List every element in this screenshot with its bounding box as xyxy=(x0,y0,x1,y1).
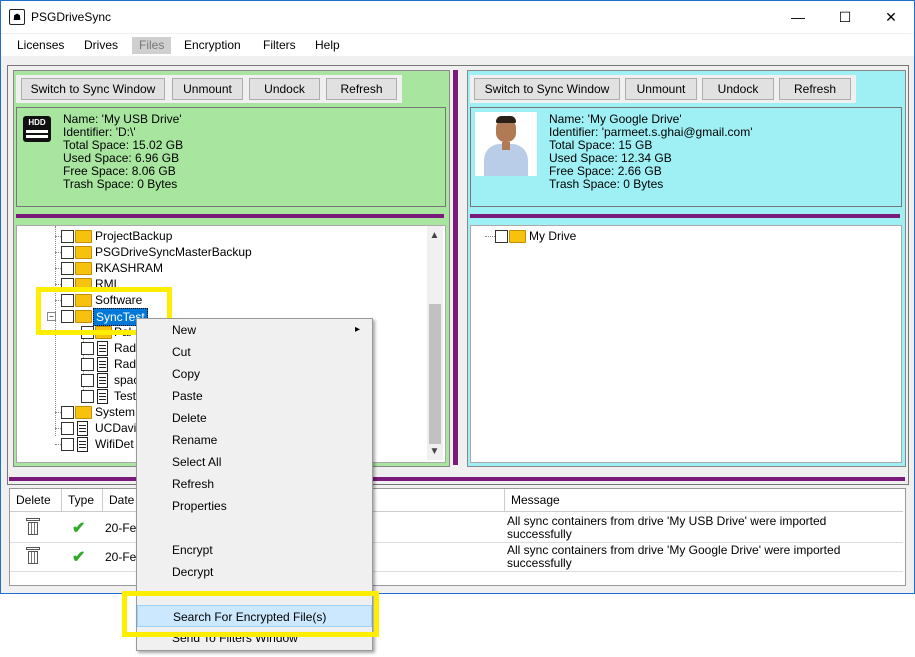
right-drive-info: Name: 'My Google Drive' Identifier: 'par… xyxy=(470,107,902,207)
tree-checkbox[interactable] xyxy=(495,230,508,243)
scroll-up-icon[interactable]: ▲ xyxy=(427,228,442,243)
folder-icon xyxy=(75,406,92,419)
ctx-delete[interactable]: Delete xyxy=(137,407,372,429)
folder-icon xyxy=(509,230,526,243)
right-divider xyxy=(470,214,900,218)
window-title: PSGDriveSync xyxy=(31,10,112,24)
tree-checkbox[interactable] xyxy=(81,390,94,403)
tree-checkbox[interactable] xyxy=(61,438,74,451)
log-header-delete[interactable]: Delete xyxy=(10,489,62,511)
tree-checkbox[interactable] xyxy=(61,230,74,243)
right-switch-sync-button[interactable]: Switch to Sync Window xyxy=(474,78,620,100)
menu-drives[interactable]: Drives xyxy=(77,37,125,54)
submenu-arrow-icon: ▸ xyxy=(355,324,361,335)
check-icon: ✔ xyxy=(72,520,86,537)
tree-checkbox[interactable] xyxy=(61,262,74,275)
tree-checkbox[interactable] xyxy=(61,246,74,259)
tree-checkbox[interactable] xyxy=(81,358,94,371)
ctx-cut[interactable]: Cut xyxy=(137,341,372,363)
menu-encryption[interactable]: Encryption xyxy=(177,37,248,54)
file-icon xyxy=(97,373,108,388)
folder-icon xyxy=(75,230,92,243)
annotation-highlight-menu xyxy=(122,591,379,637)
file-icon xyxy=(97,389,108,404)
log-header-type[interactable]: Type xyxy=(62,489,103,511)
ctx-spacer xyxy=(137,517,372,539)
log-message: All sync containers from drive 'My USB D… xyxy=(507,514,827,541)
left-undock-button[interactable]: Undock xyxy=(249,78,320,100)
trash-icon[interactable] xyxy=(26,547,40,565)
file-icon xyxy=(77,421,88,436)
app-logo-icon: ☗ xyxy=(9,9,25,25)
left-unmount-button[interactable]: Unmount xyxy=(172,78,243,100)
ctx-select-all[interactable]: Select All xyxy=(137,451,372,473)
left-switch-sync-button[interactable]: Switch to Sync Window xyxy=(21,78,165,100)
tree-item-rkashram[interactable]: RKASHRAM xyxy=(17,260,427,276)
left-info-trash: Trash Space: 0 Bytes xyxy=(63,177,178,191)
tree-checkbox[interactable] xyxy=(81,374,94,387)
left-tree-scrollbar[interactable]: ▲ ▼ xyxy=(427,226,443,460)
left-divider xyxy=(16,214,444,218)
title-bar: ☗ PSGDriveSync — ☐ ✕ xyxy=(1,1,914,33)
menu-files[interactable]: Files xyxy=(132,37,172,54)
left-info-text: Name: 'My USB Drive' Identifier: 'D:\' T… xyxy=(63,113,183,191)
log-date: 20-Fe xyxy=(105,521,137,535)
close-button[interactable]: ✕ xyxy=(868,1,914,33)
right-file-tree[interactable]: My Drive xyxy=(470,225,902,463)
menu-help[interactable]: Help xyxy=(308,37,347,54)
tree-checkbox[interactable] xyxy=(81,342,94,355)
ctx-rename[interactable]: Rename xyxy=(137,429,372,451)
tree-checkbox[interactable] xyxy=(61,406,74,419)
tree-item-psgdrivesyncmasterbackup[interactable]: PSGDriveSyncMasterBackup xyxy=(17,244,427,260)
file-icon xyxy=(97,341,108,356)
scroll-thumb[interactable] xyxy=(429,304,441,444)
ctx-copy[interactable]: Copy xyxy=(137,363,372,385)
tree-checkbox[interactable] xyxy=(61,422,74,435)
hdd-icon: HDD xyxy=(23,116,51,142)
right-info-text: Name: 'My Google Drive' Identifier: 'par… xyxy=(549,113,753,191)
menu-bar: Licenses Drives Files Encryption Filters… xyxy=(1,34,914,56)
right-undock-button[interactable]: Undock xyxy=(702,78,774,100)
tree-item-my-drive[interactable]: My Drive xyxy=(471,228,891,244)
folder-icon xyxy=(75,262,92,275)
left-refresh-button[interactable]: Refresh xyxy=(326,78,397,100)
log-message: All sync containers from drive 'My Googl… xyxy=(507,543,841,570)
menu-licenses[interactable]: Licenses xyxy=(10,37,71,54)
file-icon xyxy=(77,437,88,452)
ctx-paste[interactable]: Paste xyxy=(137,385,372,407)
right-info-trash: Trash Space: 0 Bytes xyxy=(549,177,664,191)
ctx-new[interactable]: New ▸ xyxy=(137,319,372,341)
right-refresh-button[interactable]: Refresh xyxy=(779,78,851,100)
maximize-button[interactable]: ☐ xyxy=(822,1,868,33)
minimize-button[interactable]: — xyxy=(775,1,821,33)
ctx-properties[interactable]: Properties xyxy=(137,495,372,517)
tree-item-projectbackup[interactable]: ProjectBackup xyxy=(17,228,427,244)
scroll-down-icon[interactable]: ▼ xyxy=(427,444,442,459)
check-icon: ✔ xyxy=(72,549,86,566)
right-drive-pane: Switch to Sync Window Unmount Undock Ref… xyxy=(467,70,906,467)
right-unmount-button[interactable]: Unmount xyxy=(625,78,697,100)
ctx-encrypt[interactable]: Encrypt xyxy=(137,539,372,561)
log-date: 20-Fe xyxy=(105,550,137,564)
menu-filters[interactable]: Filters xyxy=(256,37,303,54)
file-icon xyxy=(97,357,108,372)
left-drive-info: HDD Name: 'My USB Drive' Identifier: 'D:… xyxy=(16,107,446,207)
log-header-message[interactable]: Message xyxy=(505,489,903,511)
user-avatar xyxy=(475,112,537,176)
folder-icon xyxy=(75,246,92,259)
trash-icon[interactable] xyxy=(26,518,40,536)
ctx-refresh[interactable]: Refresh xyxy=(137,473,372,495)
ctx-decrypt[interactable]: Decrypt xyxy=(137,561,372,583)
pane-splitter[interactable] xyxy=(453,70,458,465)
